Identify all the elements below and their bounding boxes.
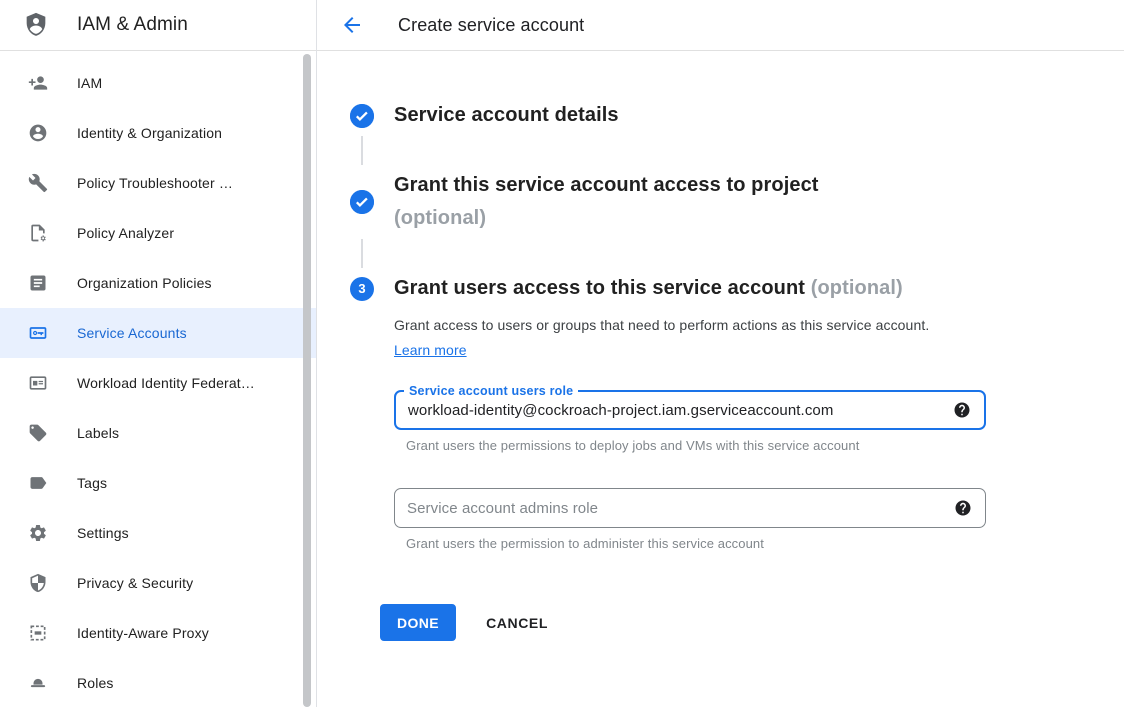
admins-role-input[interactable] [395, 489, 985, 527]
sidebar-item-iam[interactable]: IAM [0, 58, 316, 108]
sidebar-item-service-accounts[interactable]: Service Accounts [0, 308, 316, 358]
done-button[interactable]: DONE [380, 604, 456, 641]
step-title: Service account details [394, 99, 619, 132]
users-role-field: Service account users role [394, 390, 986, 430]
iam-admin-console: IAM & Admin IAM Identity & Organization [0, 0, 1124, 707]
users-role-label: Service account users role [404, 383, 578, 399]
sidebar: IAM & Admin IAM Identity & Organization [0, 0, 317, 707]
step-connector-line [361, 239, 363, 268]
sidebar-item-label: Labels [77, 425, 119, 441]
sidebar-item-settings[interactable]: Settings [0, 508, 316, 558]
sidebar-item-label: Identity-Aware Proxy [77, 625, 209, 641]
proxy-icon [26, 621, 50, 645]
step-optional-label: (optional) [811, 277, 903, 299]
step-grant-users-access[interactable]: 3 Grant users access to this service acc… [350, 272, 1124, 305]
sidebar-item-policy-troubleshooter[interactable]: Policy Troubleshooter … [0, 158, 316, 208]
sidebar-item-label: Policy Troubleshooter … [77, 175, 233, 191]
shield-icon [26, 571, 50, 595]
help-icon[interactable] [954, 499, 972, 517]
step-done-check-icon [350, 190, 374, 214]
form-actions: DONE CANCEL [380, 604, 1124, 641]
sidebar-item-identity-aware-proxy[interactable]: Identity-Aware Proxy [0, 608, 316, 658]
sidebar-item-label: Settings [77, 525, 129, 541]
sidebar-item-organization-policies[interactable]: Organization Policies [0, 258, 316, 308]
sidebar-item-privacy-security[interactable]: Privacy & Security [0, 558, 316, 608]
stepper-content: Service account details Grant this servi… [317, 51, 1124, 641]
grant-users-form: Service account users role Grant users t… [394, 390, 986, 551]
tag-arrow-icon [26, 471, 50, 495]
step-title: Grant users access to this service accou… [394, 277, 805, 299]
sidebar-item-tags[interactable]: Tags [0, 458, 316, 508]
workload-identity-icon [26, 371, 50, 395]
sidebar-item-label: Service Accounts [77, 325, 187, 341]
step-number-badge: 3 [350, 277, 374, 301]
cancel-button[interactable]: CANCEL [486, 615, 548, 631]
sidebar-scrollbar[interactable] [303, 54, 311, 707]
sidebar-item-workload-identity-federation[interactable]: Workload Identity Federat… [0, 358, 316, 408]
sidebar-item-label: Policy Analyzer [77, 225, 174, 241]
admins-role-field [394, 488, 986, 528]
service-accounts-icon [26, 321, 50, 345]
sidebar-item-label: IAM [77, 75, 102, 91]
wrench-icon [26, 171, 50, 195]
help-icon[interactable] [953, 401, 971, 419]
sidebar-item-label: Tags [77, 475, 107, 491]
sidebar-nav: IAM Identity & Organization Policy Troub… [0, 51, 316, 708]
main-panel: Create service account Service account d… [317, 0, 1124, 707]
gear-icon [26, 521, 50, 545]
sidebar-header: IAM & Admin [0, 0, 316, 51]
users-role-helper-text: Grant users the permissions to deploy jo… [406, 438, 986, 453]
person-add-icon [26, 71, 50, 95]
sidebar-item-label: Organization Policies [77, 275, 212, 291]
sidebar-item-label: Roles [77, 675, 114, 691]
admins-role-helper-text: Grant users the permission to administer… [406, 536, 986, 551]
product-title: IAM & Admin [77, 14, 188, 36]
page-title: Create service account [398, 15, 584, 36]
iam-shield-logo-icon [22, 10, 50, 40]
step-optional-label: (optional) [394, 202, 819, 235]
sidebar-item-label: Identity & Organization [77, 125, 222, 141]
sidebar-item-label: Privacy & Security [77, 575, 193, 591]
policy-analyzer-icon [26, 221, 50, 245]
sidebar-item-identity-organization[interactable]: Identity & Organization [0, 108, 316, 158]
sidebar-item-roles[interactable]: Roles [0, 658, 316, 708]
step-service-account-details[interactable]: Service account details [350, 99, 1124, 132]
step-grant-access-to-project[interactable]: Grant this service account access to pro… [350, 169, 1124, 235]
step-title: Grant this service account access to pro… [394, 174, 819, 196]
step-connector-line [361, 136, 363, 165]
roles-hat-icon [26, 671, 50, 695]
sidebar-item-labels[interactable]: Labels [0, 408, 316, 458]
back-arrow-icon[interactable] [340, 13, 364, 37]
step-done-check-icon [350, 104, 374, 128]
sidebar-item-policy-analyzer[interactable]: Policy Analyzer [0, 208, 316, 258]
identity-icon [26, 121, 50, 145]
org-policies-icon [26, 271, 50, 295]
label-tag-icon [26, 421, 50, 445]
sidebar-item-label: Workload Identity Federat… [77, 375, 255, 391]
learn-more-link[interactable]: Learn more [394, 342, 467, 358]
page-header: Create service account [317, 0, 1124, 51]
step-description: Grant access to users or groups that nee… [394, 313, 950, 363]
